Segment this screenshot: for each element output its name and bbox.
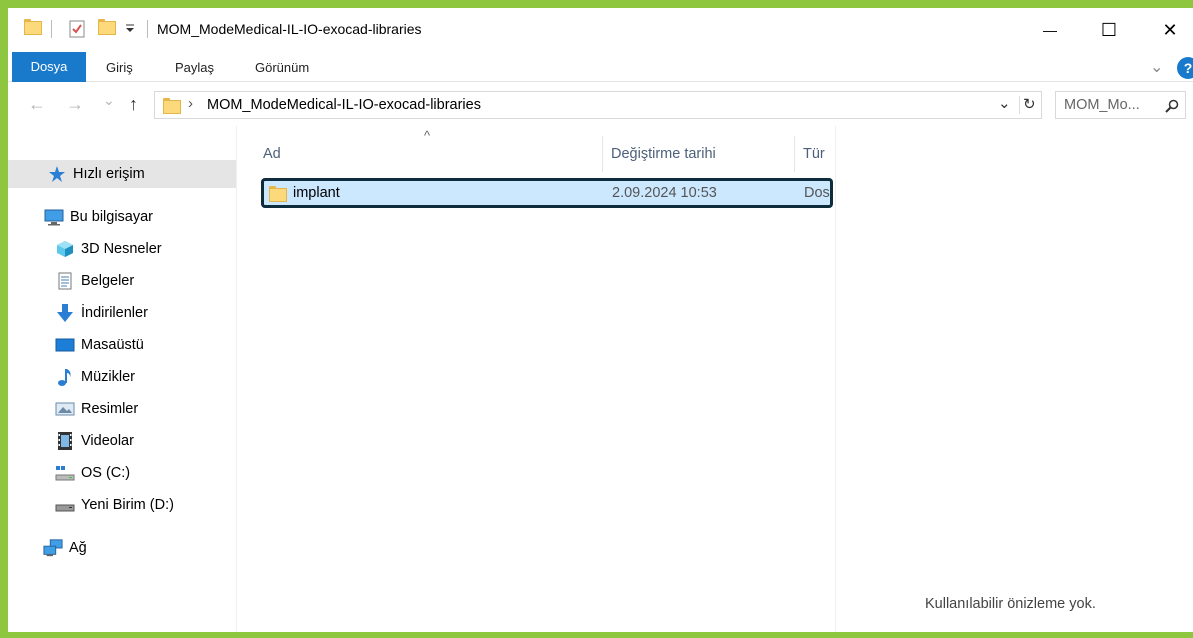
window-title: MOM_ModeMedical-IL-IO-exocad-libraries [157, 21, 422, 37]
tab-home[interactable]: Giriş [92, 54, 147, 81]
tab-file[interactable]: Dosya [12, 52, 86, 82]
close-button[interactable]: ✕ [1147, 8, 1193, 52]
sidebar-item-label: Resimler [81, 401, 139, 417]
address-dropdown-chevron-icon[interactable]: ⌄ [998, 94, 1011, 112]
sidebar-item-quick-access[interactable]: Hızlı erişim [8, 160, 236, 188]
back-arrow-icon[interactable]: ← [28, 94, 46, 115]
music-icon [55, 367, 75, 387]
video-icon [55, 431, 75, 451]
no-preview-message: Kullanılabilir önizleme yok. [925, 596, 1096, 612]
sidebar-item-this-pc[interactable]: Bu bilgisayar [44, 203, 153, 231]
column-header-type[interactable]: Tür [803, 136, 825, 172]
column-header-name[interactable]: Ad [263, 136, 281, 172]
row-name: implant [293, 185, 340, 201]
download-icon [55, 303, 75, 323]
expand-ribbon-chevron-icon[interactable]: ⌄ [1150, 57, 1163, 77]
sidebar-item-pictures[interactable]: Resimler [55, 395, 138, 423]
network-icon [43, 538, 63, 558]
folder-icon [269, 186, 287, 202]
column-separator[interactable] [794, 136, 795, 172]
sidebar-item-label: Masaüstü [81, 337, 144, 353]
row-date-modified: 2.09.2024 10:53 [612, 185, 717, 201]
sidebar-item-label: Ağ [69, 540, 87, 556]
breadcrumb-chevron-icon[interactable]: › [188, 95, 193, 112]
customize-toolbar-chevron-icon[interactable] [125, 21, 135, 35]
title-bar: MOM_ModeMedical-IL-IO-exocad-libraries —… [8, 8, 1193, 52]
file-list: ^ Ad Değiştirme tarihi Tür implant 2.09.… [238, 126, 836, 632]
help-icon[interactable]: ? [1177, 57, 1193, 79]
sidebar-item-label: Yeni Birim (D:) [81, 497, 174, 513]
address-separator [1019, 96, 1020, 114]
title-separator-2 [147, 20, 148, 38]
sidebar-item-label: Bu bilgisayar [70, 209, 154, 225]
cube-icon [55, 239, 75, 259]
column-separator[interactable] [602, 136, 603, 172]
maximize-button[interactable]: ☐ [1086, 8, 1132, 52]
sidebar-item-desktop[interactable]: Masaüstü [55, 331, 144, 359]
preview-pane: Kullanılabilir önizleme yok. [837, 126, 1193, 632]
sidebar-item-music[interactable]: Müzikler [55, 363, 135, 391]
up-arrow-icon[interactable]: ↑ [129, 94, 138, 115]
minimize-button[interactable]: — [1027, 8, 1073, 52]
sidebar-item-downloads[interactable]: İndirilenler [55, 299, 148, 327]
breadcrumb-path[interactable]: MOM_ModeMedical-IL-IO-exocad-libraries [207, 97, 481, 113]
properties-check-icon[interactable] [68, 20, 86, 38]
sidebar-item-label: OS (C:) [81, 465, 131, 481]
explorer-window: MOM_ModeMedical-IL-IO-exocad-libraries —… [8, 8, 1193, 632]
search-box[interactable]: MOM_Mo... [1055, 91, 1186, 119]
sidebar-item-label: Belgeler [81, 273, 135, 289]
search-icon[interactable] [1165, 99, 1179, 113]
row-type: Dos [804, 185, 830, 201]
navigation-pane: Hızlı erişim Bu bilgisayar 3D Nesneler B… [8, 126, 237, 632]
drive-d-icon [55, 495, 75, 515]
document-icon [55, 271, 75, 291]
new-folder-icon[interactable] [98, 19, 116, 35]
sidebar-item-label: Hızlı erişim [73, 166, 145, 182]
recent-locations-chevron-icon[interactable]: ⌄ [103, 92, 115, 109]
sidebar-item-drive-d[interactable]: Yeni Birim (D:) [55, 491, 174, 519]
sidebar-item-network[interactable]: Ağ [43, 534, 87, 562]
navigation-bar: ← → ⌄ ↑ › MOM_ModeMedical-IL-IO-exocad-l… [8, 82, 1193, 126]
sidebar-item-label: Videolar [81, 433, 134, 449]
tab-view[interactable]: Görünüm [241, 54, 323, 81]
title-separator [51, 20, 52, 38]
maximize-icon: ☐ [1100, 19, 1118, 40]
quick-access-folder-icon[interactable] [24, 19, 42, 35]
address-folder-icon [163, 98, 181, 114]
drive-c-icon [55, 463, 75, 483]
search-input[interactable]: MOM_Mo... [1064, 97, 1140, 113]
column-header-date-modified[interactable]: Değiştirme tarihi [611, 136, 716, 172]
star-icon [47, 164, 67, 184]
sidebar-item-documents[interactable]: Belgeler [55, 267, 134, 295]
sidebar-item-drive-c[interactable]: OS (C:) [55, 459, 130, 487]
address-bar[interactable]: › MOM_ModeMedical-IL-IO-exocad-libraries… [154, 91, 1042, 119]
sort-ascending-chevron-icon: ^ [424, 128, 431, 143]
pictures-icon [55, 399, 75, 419]
close-icon: ✕ [1162, 19, 1178, 40]
forward-arrow-icon[interactable]: → [66, 94, 84, 115]
ribbon-tabs: Dosya Giriş Paylaş Görünüm ⌄ [8, 52, 1193, 82]
sidebar-item-label: Müzikler [81, 369, 135, 385]
desktop-icon [55, 335, 75, 355]
sidebar-item-label: İndirilenler [81, 305, 148, 321]
sidebar-item-videos[interactable]: Videolar [55, 427, 134, 455]
sidebar-item-3d-objects[interactable]: 3D Nesneler [55, 235, 162, 263]
tab-share[interactable]: Paylaş [161, 54, 228, 81]
computer-icon [44, 207, 64, 227]
sidebar-item-label: 3D Nesneler [81, 241, 162, 257]
minimize-icon: — [1043, 22, 1057, 38]
refresh-icon[interactable]: ↻ [1023, 95, 1036, 113]
table-row[interactable]: implant 2.09.2024 10:53 Dos [261, 178, 833, 208]
